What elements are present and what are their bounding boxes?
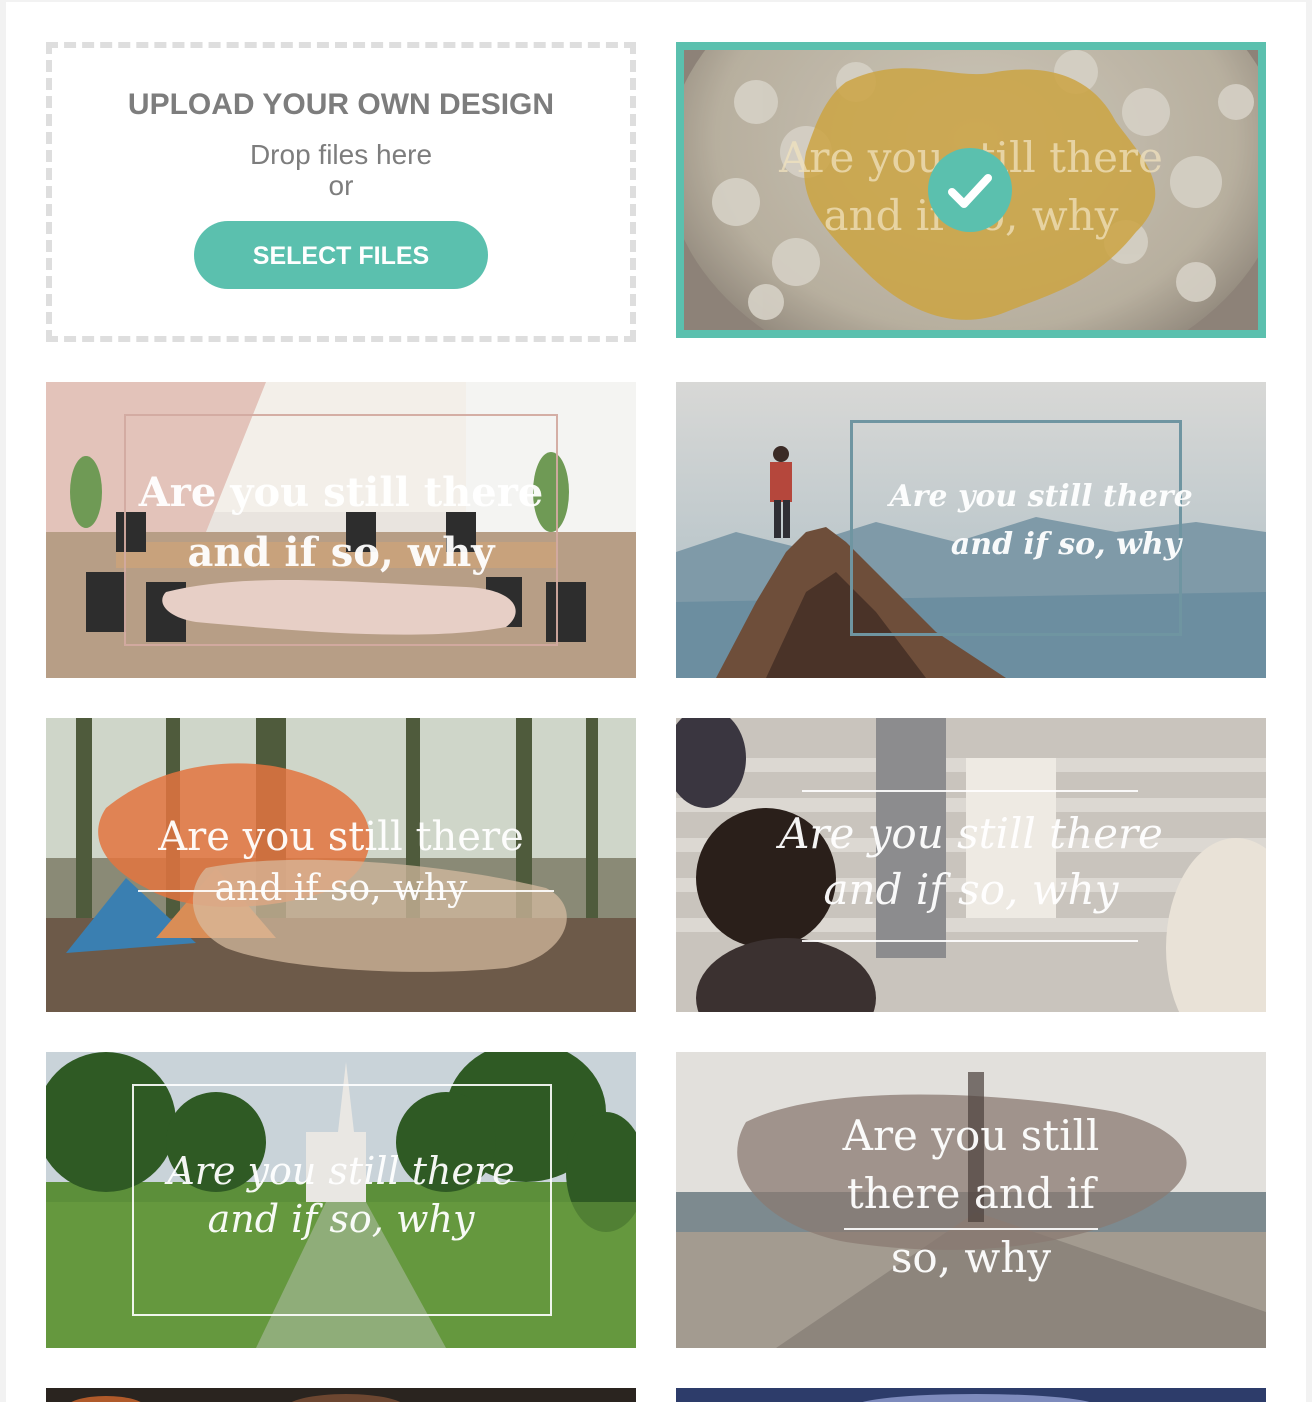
design-caption-line1: Are you still there: [779, 809, 1163, 858]
design-caption-line2: and if so, why: [207, 1197, 475, 1241]
design-caption-line2: there and if: [846, 1169, 1096, 1218]
design-caption-line1: Are you still there: [167, 1149, 515, 1193]
drop-files-text: Drop files here: [249, 139, 433, 170]
design-tile-park[interactable]: Are you still there and if so, why: [46, 1052, 636, 1348]
design-tile-wedding[interactable]: Are you still there and if so, why: [676, 718, 1266, 1012]
upload-dropzone[interactable]: UPLOAD YOUR OWN DESIGN Drop files here o…: [46, 42, 636, 342]
design-caption-line1: Are you still there: [889, 479, 1193, 514]
design-divider: [138, 890, 554, 892]
design-caption-line1: Are you still: [842, 1111, 1100, 1160]
design-tile-camp[interactable]: Are you still there and if so, why: [46, 718, 636, 1012]
upload-title: UPLOAD YOUR OWN DESIGN: [127, 88, 555, 121]
design-caption-line1: Are you still there: [138, 469, 544, 516]
or-text: or: [328, 170, 354, 201]
design-divider-top: [802, 790, 1138, 792]
design-gallery: UPLOAD YOUR OWN DESIGN Drop files here o…: [6, 2, 1306, 1402]
design-caption-line2: and if so, why: [823, 865, 1119, 914]
design-tile-office[interactable]: Are you still there and if so, why: [46, 382, 636, 678]
design-divider-bottom: [802, 940, 1138, 942]
select-files-button[interactable]: SELECT FILES: [194, 221, 488, 289]
design-caption-line1: Are you still there: [158, 814, 524, 860]
design-divider: [844, 1228, 1098, 1230]
design-caption-line2: and if so, why: [214, 868, 468, 909]
camp-photo: [46, 718, 636, 1012]
design-tile-popcorn[interactable]: Are you still there and if so, why: [676, 42, 1266, 338]
selected-check-icon: [928, 148, 1012, 232]
design-caption-line2: and if so, why: [950, 527, 1182, 562]
design-tile-mountain[interactable]: Are you still there and if so, why: [676, 382, 1266, 678]
design-caption-line3: so, why: [890, 1233, 1052, 1282]
design-tile-beach[interactable]: Are you still there and if so, why: [676, 1052, 1266, 1348]
design-caption-line2: and if so, why: [187, 529, 495, 576]
